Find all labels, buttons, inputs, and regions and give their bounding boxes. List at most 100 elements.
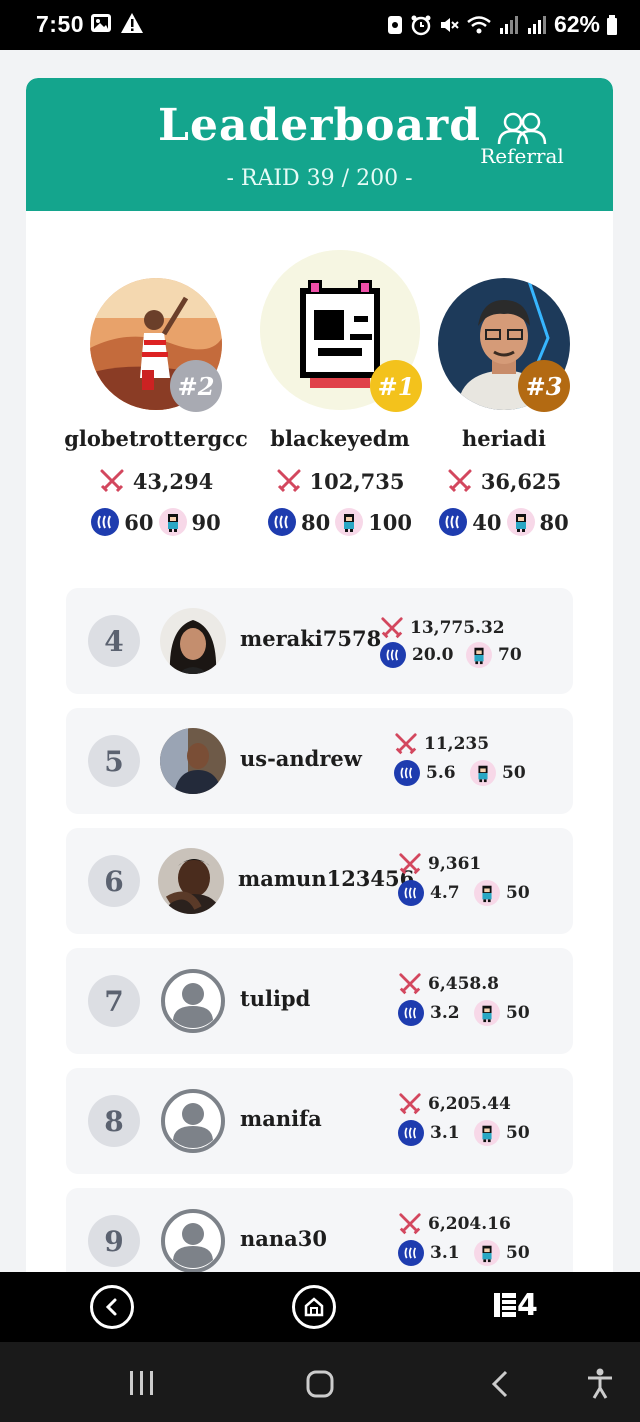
gallery-icon [91, 14, 111, 32]
podium-power-value: 102,735 [309, 468, 405, 494]
rank-badge: #2 [170, 360, 222, 412]
row-power-value: 9,361 [428, 854, 482, 874]
character-icon [474, 880, 500, 906]
steem-icon [380, 642, 406, 668]
back-icon[interactable] [490, 1370, 510, 1398]
battery-level: 62% [553, 11, 600, 37]
signal-icon [499, 15, 518, 34]
row-power: 9,361 [398, 852, 481, 876]
leaderboard-card: Leaderboard - RAID 39 / 200 - Referral #… [26, 78, 613, 1272]
list-item[interactable]: 6 mamun123456 9,361 4.7 50 [66, 828, 573, 934]
battery-icon [607, 14, 617, 35]
row-power: 6,458.8 [398, 972, 499, 996]
character-icon [335, 508, 364, 536]
steem-reward: 80 [300, 509, 331, 535]
row-username: manifa [240, 1106, 322, 1131]
wifi-icon [467, 15, 491, 33]
default-avatar-icon [160, 1208, 226, 1272]
character-icon [470, 760, 496, 786]
row-rewards: 5.6 50 [394, 760, 526, 786]
row-username: meraki7578 [240, 626, 382, 651]
home-button[interactable] [292, 1285, 336, 1329]
character-count: 50 [506, 1003, 530, 1023]
swords-icon [399, 853, 421, 875]
swords-icon [277, 469, 300, 493]
rank-number: 9 [88, 1215, 140, 1267]
leaderboard-header: Leaderboard - RAID 39 / 200 - Referral [26, 78, 613, 211]
rank-number: 8 [88, 1095, 140, 1147]
default-avatar-icon [160, 968, 226, 1034]
row-rewards: 3.1 50 [398, 1240, 530, 1266]
steem-reward: 20.0 [412, 645, 454, 665]
swords-icon [399, 1213, 421, 1235]
status-bar: 7:50 62% [0, 0, 640, 50]
recent-apps-icon[interactable] [128, 1370, 156, 1396]
podium-username: globetrottergcc [64, 426, 248, 451]
accessibility-icon[interactable] [586, 1368, 614, 1400]
referral-button[interactable]: Referral [472, 112, 572, 168]
list-item[interactable]: 9 nana30 6,204.16 3.1 50 [66, 1188, 573, 1272]
home-icon[interactable] [306, 1370, 334, 1398]
steem-reward: 40 [472, 509, 502, 535]
steem-icon [398, 1120, 424, 1146]
row-power-value: 6,205.44 [428, 1094, 511, 1114]
row-power-value: 11,235 [424, 734, 490, 754]
steem-reward: 3.1 [430, 1123, 460, 1143]
steem-icon [394, 760, 420, 786]
list-item[interactable]: 4 meraki7578 13,775.32 20.0 70 [66, 588, 573, 694]
avatar [158, 848, 224, 914]
swords-icon [395, 733, 417, 755]
podium-rewards: 40 80 [404, 508, 604, 536]
row-power: 11,235 [394, 732, 489, 756]
rank-number: 4 [88, 615, 140, 667]
list-item[interactable]: 5 us-andrew 11,235 5.6 50 [66, 708, 573, 814]
status-time: 7:50 [36, 11, 85, 37]
steem-reward: 60 [124, 509, 154, 535]
steem-reward: 3.2 [430, 1003, 460, 1023]
podium-power-value: 43,294 [132, 468, 214, 494]
brand-logo-button[interactable]: 4 [493, 1288, 538, 1323]
back-button[interactable] [90, 1285, 134, 1329]
steem-icon [267, 508, 296, 536]
referral-label: Referral [480, 144, 564, 168]
swords-icon [448, 469, 472, 493]
avatar [160, 728, 226, 794]
row-rewards: 4.7 50 [398, 880, 530, 906]
swords-icon [100, 469, 124, 493]
list-item[interactable]: 7 tulipd 6,458.8 3.2 50 [66, 948, 573, 1054]
row-power: 13,775.32 [380, 616, 505, 640]
character-count: 80 [539, 509, 569, 535]
alarm-icon [411, 15, 431, 35]
rank-number: 5 [88, 735, 140, 787]
chevron-left-icon [105, 1298, 117, 1316]
character-count: 50 [506, 1243, 530, 1263]
home-icon [304, 1297, 324, 1317]
row-power-value: 13,775.32 [410, 618, 505, 638]
row-rewards: 3.2 50 [398, 1000, 530, 1026]
raid-subtitle: - RAID 39 / 200 - [226, 166, 413, 191]
row-username: tulipd [240, 986, 311, 1011]
notification-icon [387, 15, 402, 34]
rank-number: 7 [88, 975, 140, 1027]
default-avatar-icon [160, 1088, 226, 1154]
podium-username: heriadi [462, 426, 546, 451]
row-username: us-andrew [240, 746, 362, 771]
steem-reward: 4.7 [430, 883, 460, 903]
character-icon [474, 1120, 500, 1146]
row-username: nana30 [240, 1226, 327, 1251]
signal-icon-2 [527, 15, 546, 34]
row-power-value: 6,458.8 [428, 974, 499, 994]
warning-icon [121, 13, 143, 33]
character-count: 70 [498, 645, 522, 665]
steem-icon [439, 508, 468, 536]
character-count: 90 [191, 509, 221, 535]
steem-reward: 3.1 [430, 1243, 460, 1263]
character-count: 50 [502, 763, 526, 783]
steem-reward: 5.6 [426, 763, 456, 783]
app-bottom-nav: 4 [0, 1272, 640, 1342]
list-item[interactable]: 8 manifa 6,205.44 3.1 50 [66, 1068, 573, 1174]
character-count: 50 [506, 1123, 530, 1143]
steem-icon [398, 880, 424, 906]
podium-power: 36,625 [404, 468, 604, 494]
swords-icon [381, 617, 403, 639]
